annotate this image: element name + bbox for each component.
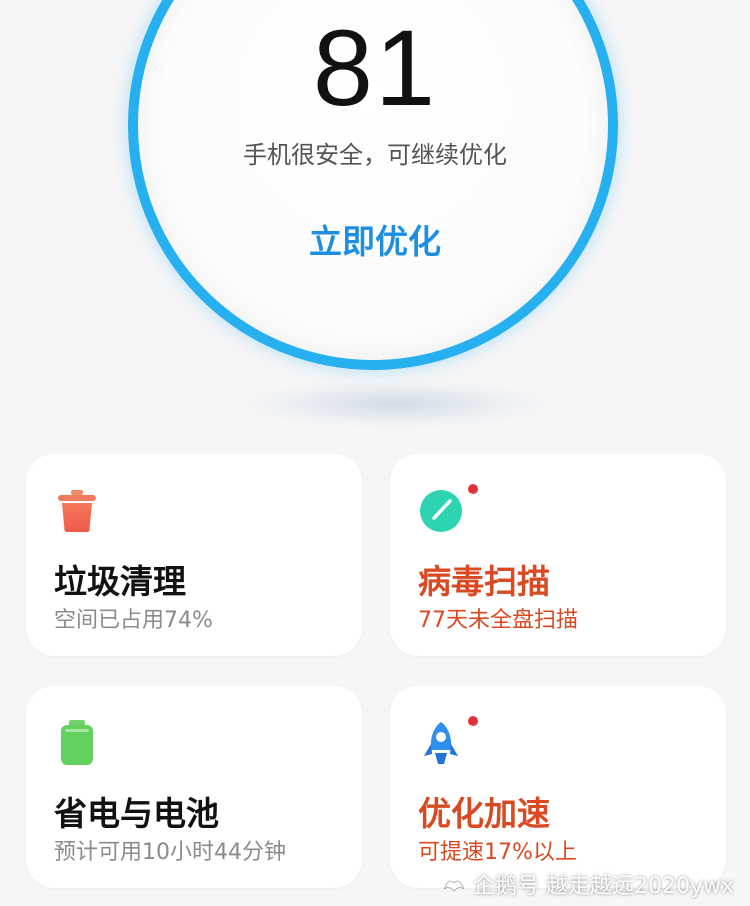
speed-boost-card[interactable]: 优化加速 可提速17%以上 <box>390 686 726 888</box>
card-subtitle: 77天未全盘扫描 <box>418 608 578 633</box>
battery-icon <box>61 720 93 765</box>
card-title: 病毒扫描 <box>418 562 550 601</box>
watermark: 企鹅号 越走越远2020ywx <box>441 868 734 900</box>
notification-dot <box>468 716 478 726</box>
rocket-icon <box>424 722 458 764</box>
junk-clean-card[interactable]: 垃圾清理 空间已占用74% <box>26 454 362 656</box>
penguin-logo-icon <box>443 880 465 892</box>
card-title: 省电与电池 <box>54 794 219 833</box>
battery-card[interactable]: 省电与电池 预计可用10小时44分钟 <box>26 686 362 888</box>
card-title: 优化加速 <box>418 794 550 833</box>
score-panel: 81 手机很安全，可继续优化 立即优化 <box>0 0 750 430</box>
card-subtitle: 空间已占用74% <box>54 608 213 633</box>
card-subtitle: 可提速17%以上 <box>418 840 577 865</box>
notification-dot <box>468 484 478 494</box>
score-ring-shadow <box>245 380 545 428</box>
security-status-text: 手机很安全，可继续优化 <box>243 141 507 169</box>
security-score: 81 <box>312 7 438 128</box>
watermark-text: 企鹅号 越走越远2020ywx <box>472 874 734 899</box>
virus-scan-icon <box>420 490 462 532</box>
trash-icon <box>58 490 96 532</box>
card-title: 垃圾清理 <box>54 562 186 601</box>
card-subtitle: 预计可用10小时44分钟 <box>54 840 286 865</box>
virus-scan-card[interactable]: 病毒扫描 77天未全盘扫描 <box>390 454 726 656</box>
optimize-now-button[interactable]: 立即优化 <box>290 217 460 267</box>
